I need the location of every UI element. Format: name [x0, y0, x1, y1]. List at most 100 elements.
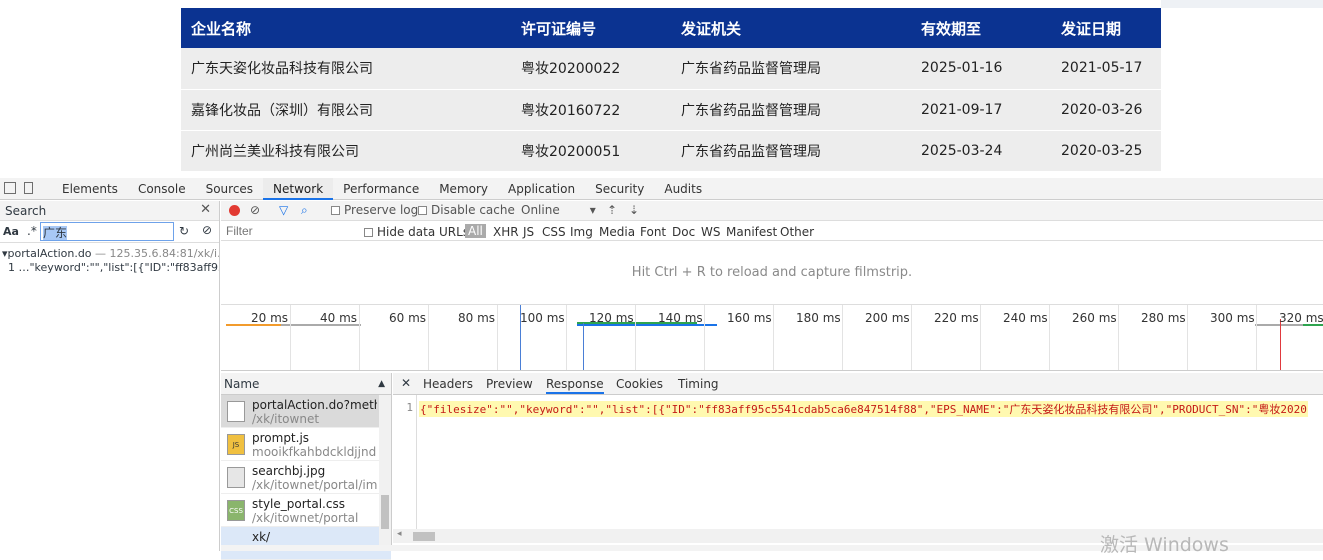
timeline-tick-label: 120 ms	[589, 311, 634, 325]
tab-network[interactable]: Network	[263, 178, 334, 200]
response-body[interactable]: 1 {"filesize":"","keyword":"","list":[{"…	[393, 395, 1323, 529]
tab-sources[interactable]: Sources	[196, 178, 263, 200]
timeline-tick-label: 140 ms	[658, 311, 703, 325]
filter-type-font[interactable]: Font	[640, 225, 666, 239]
table-row[interactable]: 嘉锋化妆品（深圳）有限公司 粤妆20160722 广东省药品监督管理局 2021…	[181, 89, 1161, 131]
search-icon[interactable]: ⌕	[301, 203, 308, 218]
filter-type-other[interactable]: Other	[780, 225, 814, 239]
windows-activation-watermark: 激活 Windows	[1100, 534, 1229, 556]
close-icon[interactable]: ✕	[200, 202, 211, 217]
request-path: /xk/itownet/portal	[252, 511, 359, 525]
detail-tab-preview[interactable]: Preview	[486, 377, 533, 391]
request-name: portalAction.do?metho...	[252, 398, 377, 412]
filter-type-media[interactable]: Media	[599, 225, 635, 239]
request-row[interactable]: CSS style_portal.css /xk/itownet/portal	[221, 494, 391, 527]
detail-tab-cookies[interactable]: Cookies	[616, 377, 663, 391]
cell-valid-until: 2025-03-24	[911, 130, 1051, 172]
filter-type-all[interactable]: All	[465, 224, 486, 238]
refresh-icon[interactable]: ↻	[179, 224, 189, 238]
request-detail: ✕ Headers Preview Response Cookies Timin…	[393, 373, 1323, 551]
filter-type-doc[interactable]: Doc	[672, 225, 695, 239]
filter-type-img[interactable]: Img	[570, 225, 593, 239]
regex-toggle[interactable]: .*	[27, 224, 37, 238]
device-toolbar-icon[interactable]	[24, 182, 33, 194]
cell-issue-date: 2020-03-25	[1051, 130, 1161, 172]
response-text[interactable]: {"filesize":"","keyword":"","list":[{"ID…	[419, 401, 1308, 417]
cell-issue-date: 2021-05-17	[1051, 48, 1161, 90]
inspect-element-icon[interactable]	[4, 182, 16, 194]
tab-elements[interactable]: Elements	[52, 178, 128, 200]
request-name: xk/	[252, 530, 271, 544]
search-result[interactable]: ▾portalAction.do — 125.35.6.84:81/xk/i..…	[0, 243, 219, 275]
search-query: 广东	[43, 226, 68, 240]
tab-performance[interactable]: Performance	[333, 178, 429, 200]
hide-data-urls-label: Hide data URLs	[377, 225, 470, 239]
timeline-gridline	[359, 305, 360, 370]
filter-icon[interactable]: ▽	[279, 203, 288, 217]
cell-license-no: 粤妆20200051	[511, 130, 671, 172]
search-result-url: — 125.35.6.84:81/xk/i...	[91, 247, 219, 260]
request-row[interactable]: portalAction.do?metho... /xk/itownet	[221, 395, 391, 428]
request-row[interactable]: searchbj.jpg /xk/itownet/portal/imag	[221, 461, 391, 494]
preserve-log-checkbox[interactable]: Preserve log	[331, 203, 418, 217]
throttle-value: Online	[521, 203, 560, 217]
request-list: Name ▲ portalAction.do?metho... /xk/itown…	[221, 373, 392, 560]
throttle-select[interactable]: Online ▾	[521, 203, 596, 217]
header-license-no: 许可证编号	[511, 8, 671, 48]
tab-application[interactable]: Application	[498, 178, 585, 200]
record-icon[interactable]	[229, 205, 240, 216]
table-header-row: 企业名称 许可证编号 发证机关 有效期至 发证日期	[181, 8, 1161, 48]
timeline-gridline	[1049, 305, 1050, 370]
filter-type-xhr[interactable]: XHR	[493, 225, 519, 239]
timeline-gridline	[773, 305, 774, 370]
request-path: mooikfkahbdckldjjndioa	[252, 445, 377, 459]
clear-log-icon[interactable]: ⊘	[250, 203, 260, 217]
hide-data-urls-checkbox[interactable]: Hide data URLs	[364, 225, 469, 239]
search-result-line[interactable]: 1 …"keyword":"","list":[{"ID":"ff83aff95…	[2, 261, 219, 275]
filter-input[interactable]	[224, 223, 354, 239]
table-row[interactable]: 广州尚兰美业科技有限公司 粤妆20200051 广东省药品监督管理局 2025-…	[181, 130, 1161, 172]
import-har-icon[interactable]: ⇡	[607, 203, 617, 217]
timeline-tick-label: 200 ms	[865, 311, 910, 325]
header-issuing-authority: 发证机关	[671, 8, 911, 48]
disable-cache-checkbox[interactable]: Disable cache	[418, 203, 515, 217]
filter-type-manifest[interactable]: Manifest	[726, 225, 777, 239]
close-icon[interactable]: ✕	[401, 376, 411, 390]
request-path: /xk/itownet	[252, 412, 320, 426]
scroll-left-icon[interactable]: ◂	[397, 529, 402, 539]
request-list-header[interactable]: Name ▲	[221, 373, 391, 395]
network-overview-timeline[interactable]: 20 ms 40 ms 60 ms 80 ms 100 ms 120 ms 140 ms 16…	[221, 305, 1323, 371]
detail-tab-timing[interactable]: Timing	[678, 377, 719, 391]
scrollbar-thumb[interactable]	[381, 495, 389, 529]
detail-tab-response[interactable]: Response	[546, 377, 604, 394]
timeline-gridline	[1118, 305, 1119, 370]
clear-icon[interactable]: ⊘	[202, 223, 212, 237]
tab-security[interactable]: Security	[585, 178, 654, 200]
export-har-icon[interactable]: ⇣	[629, 203, 639, 217]
disable-cache-label: Disable cache	[431, 203, 515, 217]
filter-type-css[interactable]: CSS	[542, 225, 566, 239]
cell-company-name: 嘉锋化妆品（深圳）有限公司	[181, 89, 511, 131]
tabbar-icons	[4, 182, 33, 194]
tab-console[interactable]: Console	[128, 178, 196, 200]
css-file-icon: CSS	[227, 500, 245, 521]
timeline-tick-label: 80 ms	[458, 311, 496, 325]
filter-type-ws[interactable]: WS	[701, 225, 720, 239]
detail-tab-headers[interactable]: Headers	[423, 377, 473, 391]
match-case-toggle[interactable]: Aa	[3, 225, 19, 238]
table-row[interactable]: 广东天姿化妆品科技有限公司 粤妆20200022 广东省药品监督管理局 2025…	[181, 48, 1161, 90]
scrollbar-thumb[interactable]	[413, 532, 435, 541]
request-row[interactable]: xk/	[221, 527, 391, 560]
cell-license-no: 粤妆20160722	[511, 89, 671, 131]
filter-type-js[interactable]: JS	[523, 225, 534, 239]
line-number-gutter: 1	[393, 395, 417, 529]
tab-memory[interactable]: Memory	[429, 178, 498, 200]
sort-arrow-icon: ▲	[378, 379, 385, 389]
cell-company-name: 广东天姿化妆品科技有限公司	[181, 48, 511, 90]
search-drawer: Search ✕ Aa .* 广东 ↻ ⊘ ▾portalAction.do —…	[0, 201, 220, 551]
devtools-tabs: Elements Console Sources Network Perform…	[52, 178, 712, 200]
tab-audits[interactable]: Audits	[654, 178, 712, 200]
search-input[interactable]: 广东	[40, 222, 174, 241]
request-row[interactable]: JS prompt.js mooikfkahbdckldjjndioa	[221, 428, 391, 461]
request-list-scrollbar[interactable]	[379, 395, 391, 545]
